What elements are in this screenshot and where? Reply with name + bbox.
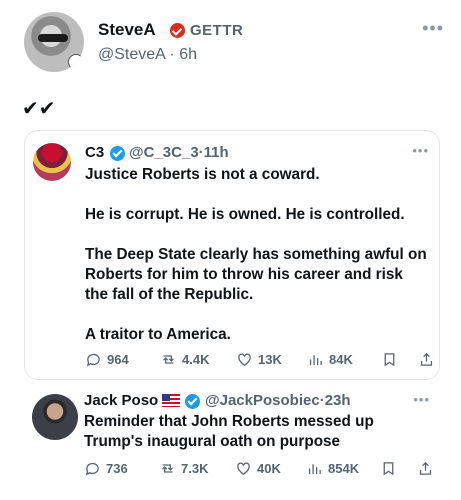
quoted-author-name[interactable]: C3 — [85, 144, 104, 161]
repost-button[interactable]: 4.4K — [160, 349, 209, 369]
like-button[interactable]: 13K — [236, 349, 282, 369]
sunglasses-shape — [38, 34, 68, 42]
share-button[interactable] — [417, 458, 434, 478]
views-count: 84K — [329, 351, 353, 367]
verified-icon — [185, 394, 200, 409]
quoted-paragraph: Justice Roberts is not a coward. — [85, 166, 320, 183]
reply-count: 736 — [106, 460, 128, 476]
avatar[interactable] — [33, 143, 71, 181]
share-icon — [419, 461, 432, 475]
quoted-paragraph: A traitor to America. — [85, 326, 231, 343]
like-icon — [238, 353, 251, 366]
repost-icon — [163, 354, 174, 364]
reply-author-handle[interactable]: @JackPosobiec — [205, 392, 320, 409]
repost-button[interactable]: 7.3K — [159, 458, 208, 478]
post-text: ✔✔ — [22, 98, 56, 120]
main-post-header: SteveA GETTR @SteveA · 6h ••• — [24, 12, 444, 76]
views-icon — [308, 463, 321, 474]
gettr-check-icon — [170, 23, 185, 38]
reply-post-time: 23h — [324, 392, 351, 409]
views-button[interactable]: 84K — [307, 349, 353, 369]
author-name[interactable]: SteveA — [98, 20, 156, 40]
quoted-paragraph: He is corrupt. He is owned. He is contro… — [85, 206, 405, 223]
quoted-author-meta: @C_3C_3·11h — [129, 144, 229, 161]
reply-button[interactable]: 964 — [85, 349, 129, 369]
post-time: 6h — [179, 46, 197, 63]
bookmark-icon — [384, 352, 395, 366]
like-count: 13K — [258, 351, 282, 367]
quoted-action-bar: 964 4.4K 13K 84K — [85, 349, 435, 369]
more-icon[interactable]: ••• — [412, 143, 429, 158]
author-handle[interactable]: @SteveA — [98, 46, 165, 63]
verified-icon — [110, 146, 125, 161]
reply-author-name[interactable]: Jack Poso — [84, 392, 158, 409]
reply-post-body: Reminder that John Roberts messed up Tru… — [84, 413, 374, 450]
us-flag-icon — [162, 394, 180, 407]
quoted-paragraph: The Deep State clearly has something awf… — [85, 246, 427, 303]
repost-count: 4.4K — [182, 351, 210, 367]
avatar-badge-icon — [68, 54, 84, 70]
reply-icon — [85, 462, 99, 475]
avatar[interactable] — [32, 394, 78, 440]
bookmark-icon — [383, 461, 394, 475]
share-icon — [420, 352, 433, 366]
views-count: 854K — [328, 460, 360, 476]
quoted-post-time: 11h — [203, 144, 229, 161]
quoted-post[interactable]: C3 @C_3C_3·11h ••• Justice Roberts is no… — [24, 130, 440, 380]
reply-count: 964 — [107, 351, 129, 367]
views-button[interactable]: 854K — [306, 458, 359, 478]
author-meta: @SteveA · 6h — [98, 46, 197, 64]
quoted-author-handle[interactable]: @C_3C_3 — [129, 144, 199, 161]
like-count: 40K — [257, 460, 281, 476]
reply-author-meta: @JackPosobiec·23h — [205, 392, 351, 409]
like-button[interactable]: 40K — [235, 458, 281, 478]
more-icon[interactable]: ••• — [422, 18, 444, 39]
avatar[interactable] — [24, 12, 84, 72]
reply-button[interactable]: 736 — [84, 458, 128, 478]
repost-icon — [162, 463, 173, 473]
bookmark-button[interactable] — [381, 349, 398, 369]
views-icon — [309, 354, 322, 365]
share-button[interactable] — [418, 349, 435, 369]
like-icon — [237, 462, 250, 475]
repost-count: 7.3K — [181, 460, 209, 476]
platform-label: GETTR — [190, 22, 244, 39]
more-icon[interactable]: ••• — [413, 392, 430, 407]
bookmark-button[interactable] — [380, 458, 397, 478]
reply-post[interactable]: Jack Poso @JackPosobiec·23h ••• Reminder… — [24, 392, 440, 492]
reply-action-bar: 736 7.3K 40K 854K — [84, 458, 434, 478]
reply-icon — [86, 353, 100, 366]
meta-separator: · — [169, 46, 175, 63]
